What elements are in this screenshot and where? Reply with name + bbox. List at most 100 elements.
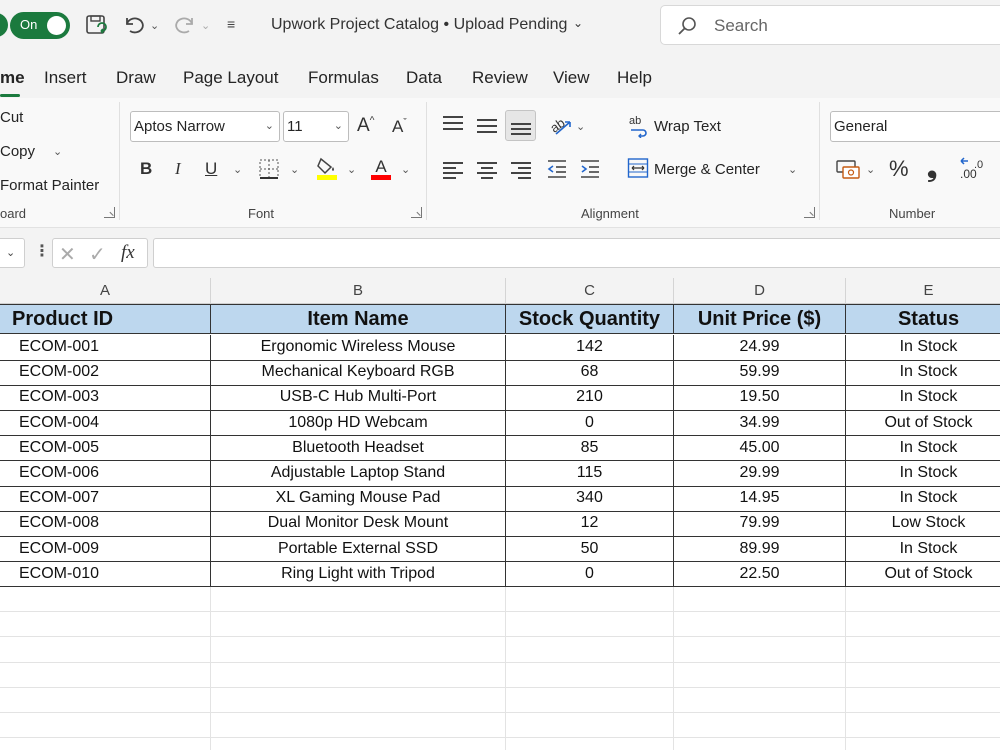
cell-product-id[interactable]: ECOM-007 <box>0 486 211 512</box>
cell-item-name[interactable]: Ergonomic Wireless Mouse <box>211 335 506 361</box>
merge-center-button[interactable]: Merge & Center <box>654 161 760 178</box>
empty-cell[interactable] <box>846 713 1000 739</box>
cell-stock-quantity[interactable]: 0 <box>506 410 674 437</box>
align-left-icon[interactable] <box>443 161 463 179</box>
font-color-icon[interactable]: A <box>369 155 393 186</box>
cell-item-name[interactable]: XL Gaming Mouse Pad <box>211 486 506 512</box>
clipboard-launcher-icon[interactable] <box>104 207 115 218</box>
empty-cell[interactable] <box>211 738 506 750</box>
wrap-text-button[interactable]: Wrap Text <box>654 118 721 135</box>
empty-cell[interactable] <box>506 587 674 613</box>
cell-status[interactable]: In Stock <box>846 537 1000 563</box>
align-middle-icon[interactable] <box>477 117 497 135</box>
cell-item-name[interactable]: Mechanical Keyboard RGB <box>211 360 506 386</box>
document-title[interactable]: Upwork Project Catalog • Upload Pending <box>271 16 567 34</box>
cell-product-id[interactable]: ECOM-009 <box>0 536 211 563</box>
empty-cell[interactable] <box>846 688 1000 713</box>
empty-cell[interactable] <box>674 637 846 663</box>
column-header-e[interactable]: E <box>846 278 1000 304</box>
column-header-d[interactable]: D <box>674 278 846 304</box>
cell-unit-price[interactable]: 79.99 <box>674 511 846 537</box>
cell-stock-quantity[interactable]: 0 <box>506 561 674 588</box>
redo-dropdown-icon[interactable]: ⌄ <box>201 19 210 32</box>
tab-review[interactable]: Review <box>472 68 528 88</box>
borders-dropdown-icon[interactable]: ⌄ <box>290 163 299 176</box>
empty-cell[interactable] <box>506 637 674 663</box>
cell-unit-price[interactable]: 29.99 <box>674 461 846 487</box>
copy-dropdown-icon[interactable]: ⌄ <box>53 145 62 158</box>
cell-stock-quantity[interactable]: 142 <box>506 335 674 361</box>
chevron-down-icon[interactable]: ⌄ <box>573 16 583 30</box>
empty-cell[interactable] <box>211 687 506 713</box>
undo-dropdown-icon[interactable]: ⌄ <box>150 19 159 32</box>
empty-cell[interactable] <box>846 637 1000 663</box>
column-header-c[interactable]: C <box>506 278 674 304</box>
cell-unit-price[interactable]: 19.50 <box>674 385 846 411</box>
format-painter-button[interactable]: Format Painter <box>0 177 99 194</box>
underline-button[interactable]: U <box>205 160 217 177</box>
increase-indent-icon[interactable] <box>579 158 601 185</box>
column-header-a[interactable]: A <box>0 278 211 304</box>
empty-cell[interactable] <box>846 663 1000 688</box>
formula-input[interactable] <box>153 238 1000 268</box>
confirm-entry-icon[interactable]: ✓ <box>89 242 106 267</box>
empty-cell[interactable] <box>506 738 674 750</box>
header-cell-status[interactable]: Status <box>846 304 1000 334</box>
italic-button[interactable]: I <box>175 160 181 177</box>
empty-cell[interactable] <box>506 662 674 688</box>
cell-status[interactable]: In Stock <box>846 461 1000 487</box>
empty-cell[interactable] <box>211 713 506 739</box>
cell-product-id[interactable]: ECOM-006 <box>0 461 211 487</box>
undo-icon[interactable] <box>121 12 147 41</box>
cell-stock-quantity[interactable]: 115 <box>506 461 674 487</box>
cell-stock-quantity[interactable]: 68 <box>506 360 674 386</box>
empty-cell[interactable] <box>674 662 846 688</box>
font-launcher-icon[interactable] <box>411 207 422 218</box>
header-cell-unit-price[interactable]: Unit Price ($) <box>674 304 846 334</box>
empty-cell[interactable] <box>0 713 211 739</box>
align-bottom-button[interactable] <box>505 110 536 141</box>
merge-center-icon[interactable] <box>627 157 649 184</box>
cell-unit-price[interactable]: 14.95 <box>674 486 846 512</box>
tab-page-layout[interactable]: Page Layout <box>183 68 278 88</box>
cell-unit-price[interactable]: 89.99 <box>674 536 846 563</box>
redo-icon[interactable] <box>172 12 198 41</box>
font-family-select[interactable]: Aptos Narrow ⌄ <box>130 111 280 142</box>
cell-item-name[interactable]: 1080p HD Webcam <box>211 410 506 437</box>
header-cell-stock-quantity[interactable]: Stock Quantity <box>506 304 674 334</box>
empty-cell[interactable] <box>211 587 506 613</box>
cell-item-name[interactable]: Ring Light with Tripod <box>211 561 506 588</box>
empty-cell[interactable] <box>506 687 674 713</box>
empty-cell[interactable] <box>211 637 506 663</box>
empty-cell[interactable] <box>846 612 1000 638</box>
cell-unit-price[interactable]: 59.99 <box>674 360 846 386</box>
insert-function-button[interactable]: fx <box>121 242 135 264</box>
cell-item-name[interactable]: Portable External SSD <box>211 536 506 563</box>
align-right-icon[interactable] <box>511 161 531 179</box>
wrap-text-icon[interactable]: ab <box>628 114 650 143</box>
number-format-select[interactable]: General <box>830 111 1000 142</box>
cell-stock-quantity[interactable]: 340 <box>506 486 674 512</box>
save-icon[interactable] <box>84 13 108 42</box>
cell-stock-quantity[interactable]: 12 <box>506 511 674 537</box>
cell-stock-quantity[interactable]: 210 <box>506 385 674 411</box>
column-header-b[interactable]: B <box>211 278 506 304</box>
empty-cell[interactable] <box>846 738 1000 750</box>
empty-cell[interactable] <box>674 587 846 613</box>
fill-color-dropdown-icon[interactable]: ⌄ <box>347 163 356 176</box>
underline-dropdown-icon[interactable]: ⌄ <box>233 163 242 176</box>
cell-product-id[interactable]: ECOM-002 <box>0 360 211 386</box>
decrease-font-size-icon[interactable]: Aˇ <box>392 118 407 135</box>
tab-formulas[interactable]: Formulas <box>308 68 379 88</box>
empty-cell[interactable] <box>846 587 1000 613</box>
fill-color-icon[interactable] <box>315 155 339 186</box>
empty-cell[interactable] <box>211 662 506 688</box>
cell-product-id[interactable]: ECOM-001 <box>0 335 211 361</box>
cell-status[interactable]: In Stock <box>846 360 1000 386</box>
percent-style-button[interactable]: % <box>889 158 909 180</box>
cell-stock-quantity[interactable]: 50 <box>506 536 674 563</box>
bold-button[interactable]: B <box>140 160 152 177</box>
tab-insert[interactable]: Insert <box>44 68 87 88</box>
comma-style-button[interactable]: ❟ <box>927 154 937 180</box>
cell-product-id[interactable]: ECOM-003 <box>0 385 211 411</box>
